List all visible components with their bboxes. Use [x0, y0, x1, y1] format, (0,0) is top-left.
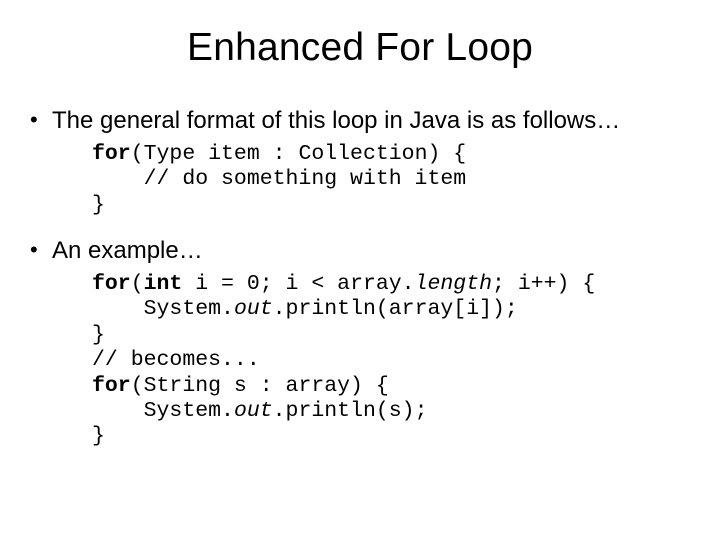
keyword-for: for [92, 272, 131, 296]
code-block-example: for(int i = 0; i < array.length; i++) { … [92, 272, 692, 450]
code-text: ( [131, 272, 144, 296]
code-text: i = 0; i < array. [182, 272, 414, 296]
slide: Enhanced For Loop The general format of … [0, 0, 720, 540]
code-text: } [92, 424, 105, 448]
code-text: ; i++) { [492, 272, 595, 296]
bullet-list: The general format of this loop in Java … [28, 106, 692, 136]
code-text: } [92, 193, 105, 217]
bullet-list: An example… [28, 236, 692, 266]
code-text: .println(array[i]); [273, 297, 518, 321]
field-out: out [234, 297, 273, 321]
slide-title: Enhanced For Loop [28, 26, 692, 70]
bullet-general-format: The general format of this loop in Java … [28, 106, 692, 136]
keyword-for: for [92, 374, 131, 398]
code-block-syntax: for(Type item : Collection) { // do some… [92, 142, 692, 218]
bullet-example: An example… [28, 236, 692, 266]
keyword-for: for [92, 142, 131, 166]
code-text: (Type item : Collection) { [131, 142, 466, 166]
code-text: System. [92, 399, 234, 423]
code-comment: // becomes... [92, 348, 260, 372]
field-length: length [415, 272, 492, 296]
keyword-int: int [144, 272, 183, 296]
field-out: out [234, 399, 273, 423]
code-text: (String s : array) { [131, 374, 389, 398]
code-text: // do something with item [92, 167, 466, 191]
code-text: } [92, 323, 105, 347]
code-text: System. [92, 297, 234, 321]
code-text: .println(s); [273, 399, 428, 423]
